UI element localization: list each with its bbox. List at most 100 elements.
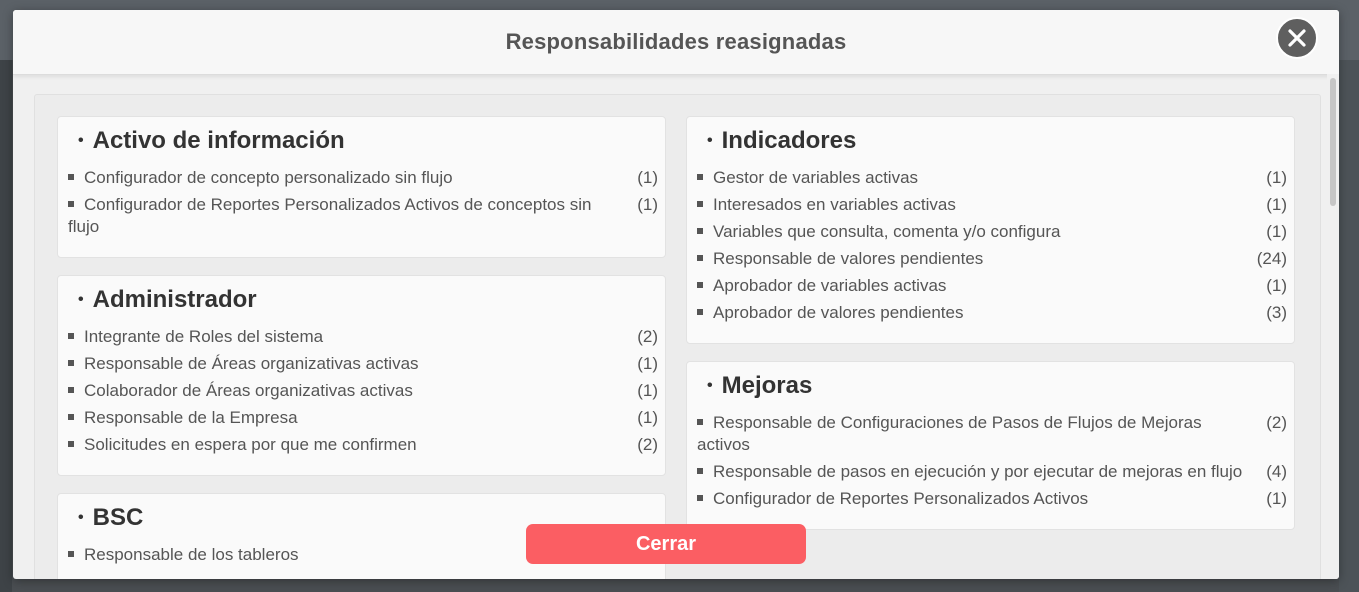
list-item-count: (1) [1266,276,1287,295]
list-item: Interesados en variables activas (1) [697,194,1287,216]
square-bullet-icon [68,413,74,420]
bullet-icon: • [78,132,84,149]
section-title-text: Administrador [92,286,257,313]
list-item-text: Configurador de concepto personalizado s… [68,167,637,189]
bullet-icon: • [78,291,84,308]
scrollbar-thumb[interactable] [1330,78,1336,206]
list-item-text: Responsable de Configuraciones de Pasos … [697,412,1266,456]
list-item-text: Solicitudes en espera por que me confirm… [68,434,637,456]
list-item: Solicitudes en espera por que me confirm… [68,434,658,456]
list-item-count: (1) [637,408,658,427]
background-sidebar [0,60,12,592]
list-item-label: Responsable de los tableros [84,545,299,564]
section-title-text: Mejoras [721,372,813,399]
list-item-label: Integrante de Roles del sistema [84,327,324,346]
list-item-label: Responsable de Áreas organizativas activ… [84,354,419,373]
list-item: Responsable de valores pendientes (24) [697,248,1287,270]
section-title: • Administrador [78,286,658,314]
list-item: Responsable de Configuraciones de Pasos … [697,412,1287,456]
list-item-label: Aprobador de variables activas [713,276,947,295]
list-item-label: Configurador de Reportes Personalizados … [713,489,1089,508]
list-item-text: Configurador de Reportes Personalizados … [68,194,637,238]
square-bullet-icon [68,173,74,180]
square-bullet-icon [697,254,703,261]
list-item-count: (2) [637,435,658,454]
list-item: Aprobador de variables activas (1) [697,275,1287,297]
list-item-label: Configurador de concepto personalizado s… [84,168,453,187]
square-bullet-icon [697,467,703,474]
list-item-label: Variables que consulta, comenta y/o conf… [713,222,1061,241]
bullet-icon: • [707,377,713,394]
list-item-count: (1) [637,354,658,373]
list-item-text: Responsable de la Empresa [68,407,637,429]
list-item-count: (2) [1266,413,1287,432]
list-item-text: Colaborador de Áreas organizativas activ… [68,380,637,402]
list-item: Variables que consulta, comenta y/o conf… [697,221,1287,243]
list-item-count: (3) [1266,303,1287,322]
list-item-text: Interesados en variables activas [697,194,1266,216]
square-bullet-icon [697,308,703,315]
list-item: Gestor de variables activas (1) [697,167,1287,189]
list-item-count: (2) [637,327,658,346]
square-bullet-icon [68,550,74,557]
list-item-text: Variables que consulta, comenta y/o conf… [697,221,1266,243]
background-right-panel [1339,60,1359,592]
list-item-label: Responsable de la Empresa [84,408,298,427]
section-title-text: Indicadores [721,127,857,154]
list-item-count: (1) [637,381,658,400]
list-item-label: Responsable de pasos en ejecución y por … [713,462,1243,481]
square-bullet-icon [697,494,703,501]
list-item-label: Solicitudes en espera por que me confirm… [84,435,417,454]
square-bullet-icon [68,440,74,447]
list-item: Configurador de Reportes Personalizados … [697,488,1287,510]
square-bullet-icon [68,200,74,207]
square-bullet-icon [697,227,703,234]
close-button[interactable] [1276,17,1318,59]
square-bullet-icon [697,200,703,207]
section-title: • Mejoras [707,372,1287,400]
modal-body[interactable]: • Activo de información Configurador de co… [34,94,1321,579]
section-card: • Mejoras Responsable de Configuraciones d… [686,361,1295,530]
section-title-text: BSC [92,504,144,531]
list-item-count: (1) [1266,195,1287,214]
square-bullet-icon [68,359,74,366]
list-item: Configurador de Reportes Personalizados … [68,194,658,238]
reassigned-responsibilities-modal: Responsabilidades reasignadas • Activo de… [13,10,1339,579]
section-card: • Indicadores Gestor de variables activas (… [686,116,1295,344]
bullet-icon: • [707,132,713,149]
list-item-label: Gestor de variables activas [713,168,919,187]
list-item-count: (1) [1266,168,1287,187]
list-item-count: (1) [637,168,658,187]
section-card: • Administrador Integrante de Roles del si… [57,275,666,476]
list-item: Aprobador de valores pendientes (3) [697,302,1287,324]
square-bullet-icon [697,173,703,180]
list-item-label: Configurador de Reportes Personalizados … [68,195,592,236]
list-item-text: Responsable de Áreas organizativas activ… [68,353,637,375]
modal-header: Responsabilidades reasignadas [13,10,1339,75]
list-item-label: Colaborador de Áreas organizativas activ… [84,381,413,400]
list-item-count: (1) [1266,489,1287,508]
list-item-text: Configurador de Reportes Personalizados … [697,488,1266,510]
section-title-text: Activo de información [92,127,345,154]
close-icon [1288,29,1306,47]
list-item-text: Gestor de variables activas [697,167,1266,189]
list-item-text: Responsable de pasos en ejecución y por … [697,461,1266,483]
list-item: Integrante de Roles del sistema (2) [68,326,658,348]
bullet-icon: • [78,509,84,526]
right-column: • Indicadores Gestor de variables activas (… [686,116,1295,547]
list-item-label: Aprobador de valores pendientes [713,303,964,322]
modal-title: Responsabilidades reasignadas [505,29,847,54]
square-bullet-icon [697,281,703,288]
cerrar-button[interactable]: Cerrar [526,524,806,564]
list-item-count: (24) [1256,249,1287,268]
list-item-count: (1) [1266,222,1287,241]
modal-scrollbar[interactable] [1327,74,1339,579]
square-bullet-icon [68,332,74,339]
list-item: Responsable de pasos en ejecución y por … [697,461,1287,483]
list-item: Colaborador de Áreas organizativas activ… [68,380,658,402]
list-item-text: Integrante de Roles del sistema [68,326,637,348]
list-item-label: Responsable de Configuraciones de Pasos … [697,413,1202,454]
section-card: • Activo de información Configurador de co… [57,116,666,258]
list-item-text: Aprobador de valores pendientes [697,302,1266,324]
square-bullet-icon [697,418,703,425]
